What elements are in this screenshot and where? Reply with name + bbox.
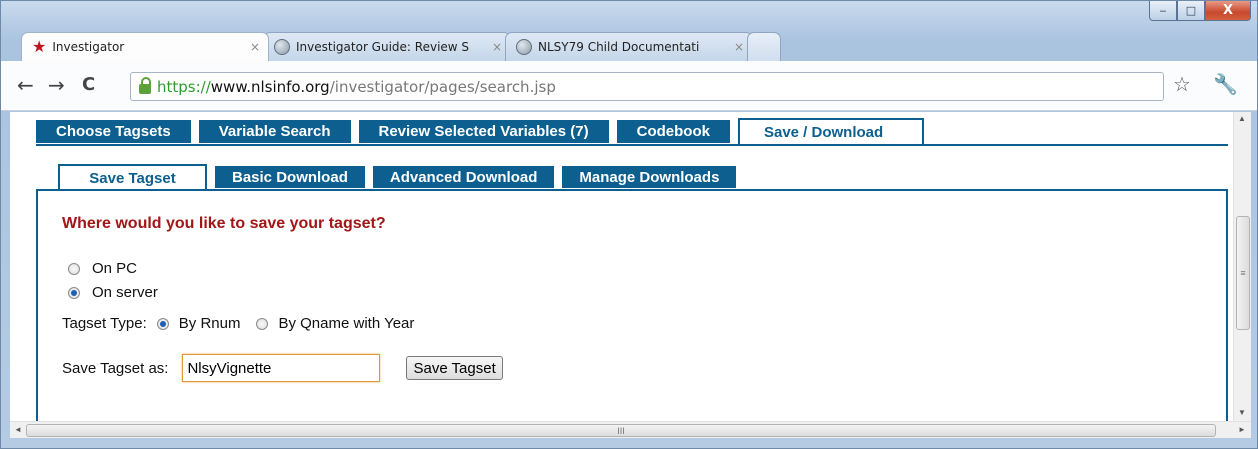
browser-tab-investigator-guide[interactable]: Investigator Guide: Review S ×	[263, 32, 511, 61]
horizontal-scrollbar[interactable]: ◄ III ►	[10, 421, 1251, 438]
main-tabs: Choose Tagsets Variable Search Review Se…	[36, 118, 932, 145]
save-as-label: Save Tagset as:	[62, 359, 169, 377]
main-tabs-divider	[36, 144, 1228, 146]
close-button[interactable]: X	[1205, 1, 1251, 21]
bookmark-star-icon[interactable]: ☆	[1173, 75, 1191, 95]
radio-label: By Rnum	[178, 315, 241, 332]
scroll-right-arrow-icon[interactable]: ►	[1238, 425, 1246, 434]
radio-button[interactable]	[68, 262, 80, 275]
lock-icon	[139, 76, 151, 94]
back-arrow-icon[interactable]: ←	[17, 75, 34, 95]
tab-variable-search[interactable]: Variable Search	[198, 120, 351, 143]
tab-review-selected-variables[interactable]: Review Selected Variables (7)	[358, 120, 609, 143]
address-bar[interactable]: https://www.nlsinfo.org/investigator/pag…	[130, 72, 1164, 101]
sub-tabs: Save Tagset Basic Download Advanced Down…	[58, 164, 744, 190]
url-scheme: https://	[157, 77, 211, 96]
scroll-left-arrow-icon[interactable]: ◄	[14, 425, 22, 434]
horizontal-scroll-thumb[interactable]: III	[26, 424, 1216, 437]
radio-by-rnum[interactable]	[156, 317, 169, 330]
tagset-name-input[interactable]	[182, 354, 381, 382]
window-bottom-frame	[1, 438, 1257, 448]
save-tagset-panel: Where would you like to save your tagset…	[36, 189, 1228, 421]
tab-codebook[interactable]: Codebook	[616, 120, 730, 143]
tab-basic-download[interactable]: Basic Download	[215, 166, 365, 188]
radio-on-pc[interactable]: On PC	[68, 260, 137, 277]
radio-button[interactable]	[68, 286, 80, 299]
browser-tab-nlsy79-child[interactable]: NLSY79 Child Documentati ×	[505, 32, 753, 61]
globe-icon	[516, 39, 532, 55]
browser-tab-title: NLSY79 Child Documentati	[538, 40, 700, 54]
url-host: www.nlsinfo.org	[210, 77, 330, 96]
tab-close-icon[interactable]: ×	[250, 40, 260, 54]
save-as-row: Save Tagset as: Save Tagset	[62, 354, 503, 382]
browser-tab-title: Investigator	[52, 40, 125, 54]
tab-close-icon[interactable]: ×	[734, 40, 744, 54]
tagset-type-label: Tagset Type:	[62, 315, 147, 332]
tagset-type-row: Tagset Type: By Rnum By Qname with Year	[62, 315, 414, 332]
new-tab-button[interactable]	[747, 32, 781, 61]
radio-by-qname-with-year[interactable]	[256, 317, 269, 330]
scroll-down-arrow-icon[interactable]: ▼	[1238, 408, 1246, 417]
radio-on-server[interactable]: On server	[68, 284, 158, 301]
globe-icon	[274, 39, 290, 55]
star-icon: ★	[32, 37, 47, 56]
browser-toolbar: ← → C https://www.nlsinfo.org/investigat…	[1, 61, 1257, 111]
radio-label: By Qname with Year	[278, 315, 415, 332]
wrench-icon[interactable]: 🔧	[1213, 74, 1238, 94]
window-controls: ‒ □ X	[1149, 1, 1251, 21]
radio-label: On server	[92, 284, 158, 301]
tab-save-download[interactable]: Save / Download	[737, 118, 924, 145]
tab-advanced-download[interactable]: Advanced Download	[372, 166, 555, 188]
browser-tab-title: Investigator Guide: Review S	[296, 40, 470, 54]
maximize-button[interactable]: □	[1177, 1, 1205, 21]
save-tagset-button[interactable]: Save Tagset	[406, 356, 503, 380]
tab-manage-downloads[interactable]: Manage Downloads	[562, 166, 737, 188]
radio-label: On PC	[92, 260, 138, 277]
minimize-button[interactable]: ‒	[1149, 1, 1177, 21]
tab-choose-tagsets[interactable]: Choose Tagsets	[36, 120, 191, 143]
forward-arrow-icon[interactable]: →	[48, 75, 65, 95]
save-location-question: Where would you like to save your tagset…	[62, 215, 386, 232]
url-path: /investigator/pages/search.jsp	[329, 77, 556, 96]
scroll-up-arrow-icon[interactable]: ▲	[1238, 114, 1246, 123]
vertical-scroll-thumb[interactable]: ≡	[1236, 216, 1250, 330]
page-viewport: Choose Tagsets Variable Search Review Se…	[10, 112, 1251, 421]
reload-icon[interactable]: C	[82, 76, 95, 94]
browser-window: ‒ □ X ★ Investigator × Investigator Guid…	[0, 0, 1258, 449]
tab-save-tagset[interactable]: Save Tagset	[58, 164, 207, 190]
browser-tabstrip: ★ Investigator × Investigator Guide: Rev…	[21, 32, 781, 61]
tab-close-icon[interactable]: ×	[492, 40, 502, 54]
vertical-scrollbar[interactable]: ▲ ≡ ▼	[1233, 112, 1251, 421]
title-bar: ‒ □ X ★ Investigator × Investigator Guid…	[1, 1, 1257, 61]
browser-tab-investigator[interactable]: ★ Investigator ×	[21, 32, 269, 61]
